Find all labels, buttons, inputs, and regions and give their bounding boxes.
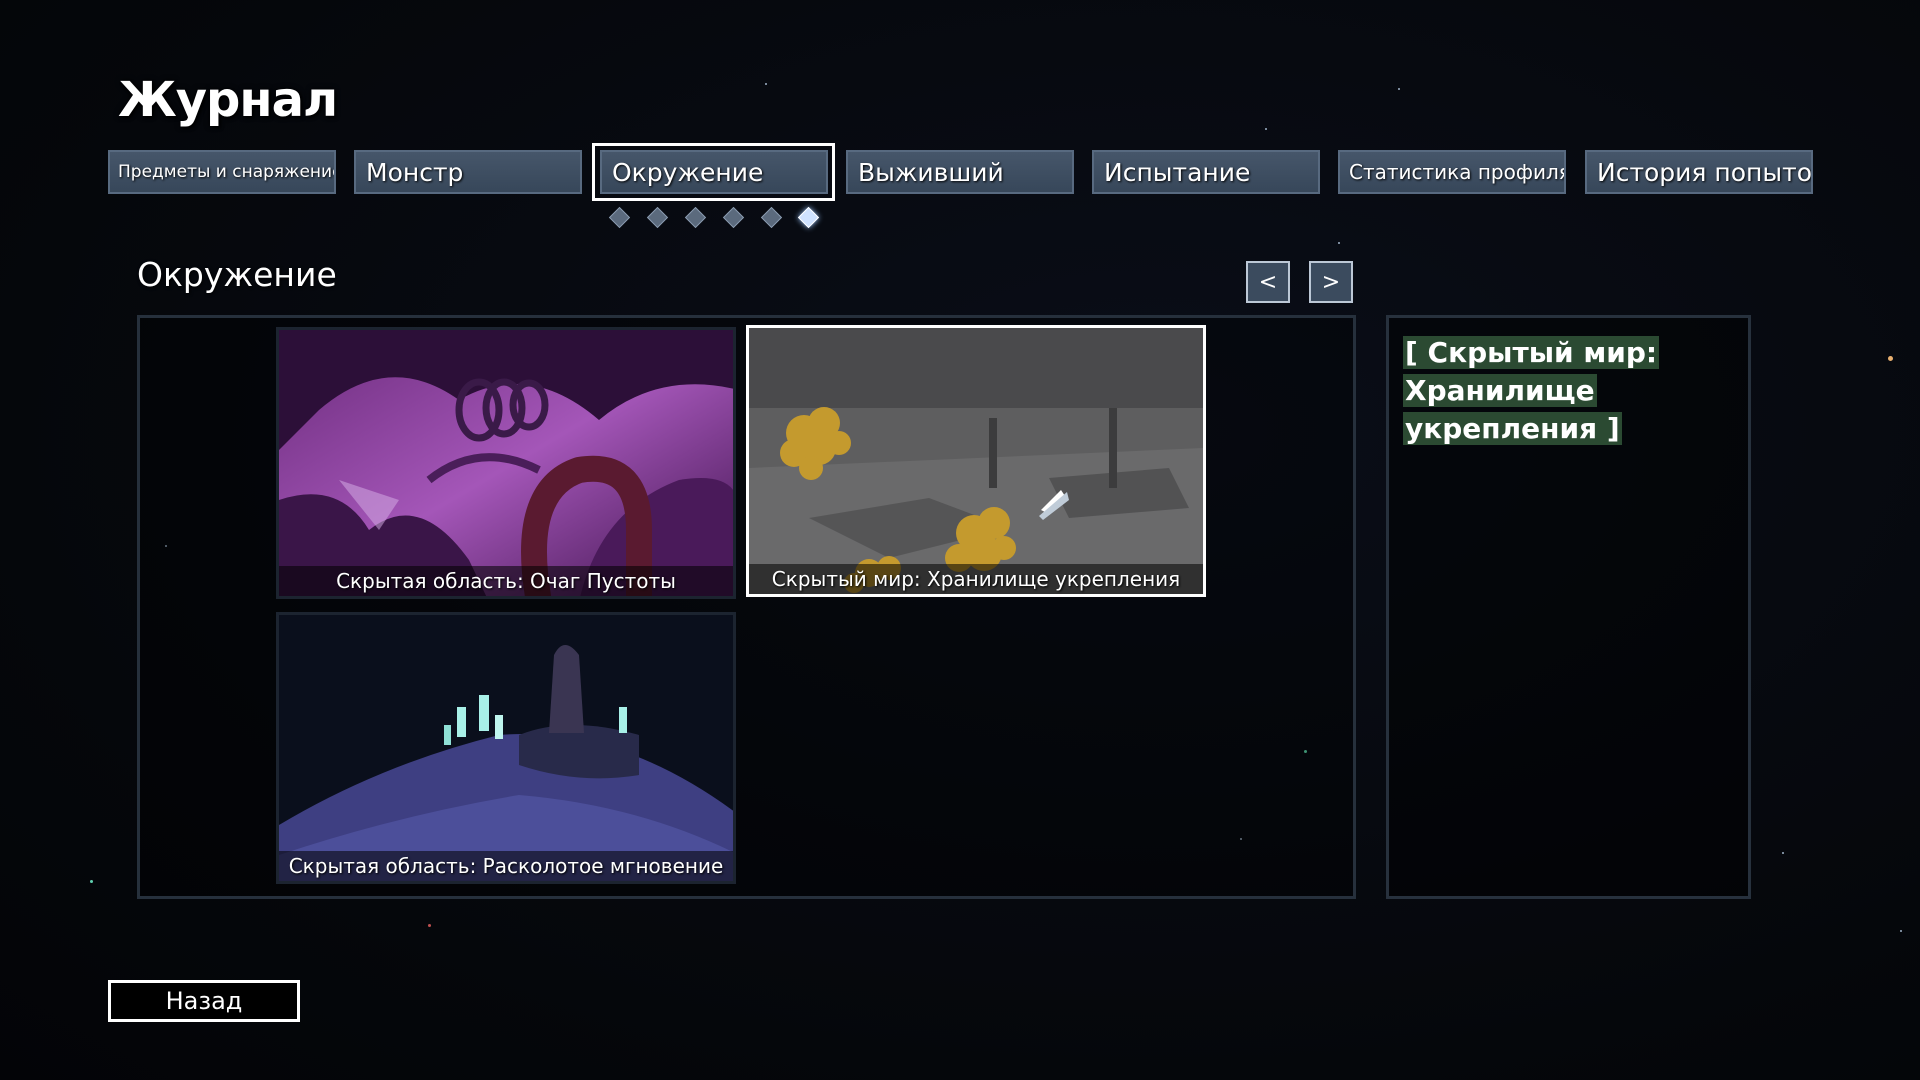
tab-survivor[interactable]: Выживший xyxy=(846,150,1074,194)
active-tab-frame xyxy=(592,143,835,201)
environment-card-shattered-moment[interactable]: Скрытая область: Расколотое мгновение xyxy=(276,612,736,884)
card-caption: Скрытая область: Расколотое мгновение xyxy=(279,851,733,881)
star xyxy=(1265,128,1267,130)
card-caption: Скрытый мир: Хранилище укрепления xyxy=(749,564,1203,594)
tab-run-history[interactable]: История попыток xyxy=(1585,150,1813,194)
environment-card-void-locus[interactable]: Скрытая область: Очаг Пустоты xyxy=(276,327,736,599)
detail-panel: [ Скрытый мир: Хранилище укрепления ] xyxy=(1386,315,1751,899)
tab-items-and-gear[interactable]: Предметы и снаряжение xyxy=(108,150,336,194)
page-title: Журнал xyxy=(118,72,338,128)
page-dot-2[interactable] xyxy=(646,206,669,229)
star xyxy=(90,880,93,883)
star xyxy=(1782,852,1784,854)
page-dot-6[interactable] xyxy=(797,206,820,229)
card-caption: Скрытая область: Очаг Пустоты xyxy=(279,566,733,596)
environment-card-fortification-vault[interactable]: Скрытый мир: Хранилище укрепления xyxy=(746,325,1206,597)
page-dot-5[interactable] xyxy=(760,206,783,229)
tab-profile-stats[interactable]: Статистика профиля xyxy=(1338,150,1566,194)
journal-screen: Журнал Предметы и снаряжение Монстр Окру… xyxy=(0,0,1920,1080)
shattered-moment-image xyxy=(279,615,733,881)
tab-challenge[interactable]: Испытание xyxy=(1092,150,1320,194)
prev-page-button[interactable]: < xyxy=(1246,261,1290,303)
detail-title: [ Скрытый мир: Хранилище укрепления ] xyxy=(1403,336,1660,445)
star xyxy=(765,83,767,85)
star xyxy=(1900,930,1902,932)
star xyxy=(1398,88,1400,90)
page-dot-3[interactable] xyxy=(684,206,707,229)
star xyxy=(1338,242,1340,244)
next-page-button[interactable]: > xyxy=(1309,261,1353,303)
fortification-vault-image xyxy=(749,328,1203,594)
back-button[interactable]: Назад xyxy=(108,980,300,1022)
tab-monster[interactable]: Монстр xyxy=(354,150,582,194)
star xyxy=(428,924,431,927)
page-dot-1[interactable] xyxy=(608,206,631,229)
void-locus-image xyxy=(279,330,733,596)
section-title: Окружение xyxy=(137,255,337,294)
page-dot-4[interactable] xyxy=(722,206,745,229)
star xyxy=(1888,356,1893,361)
